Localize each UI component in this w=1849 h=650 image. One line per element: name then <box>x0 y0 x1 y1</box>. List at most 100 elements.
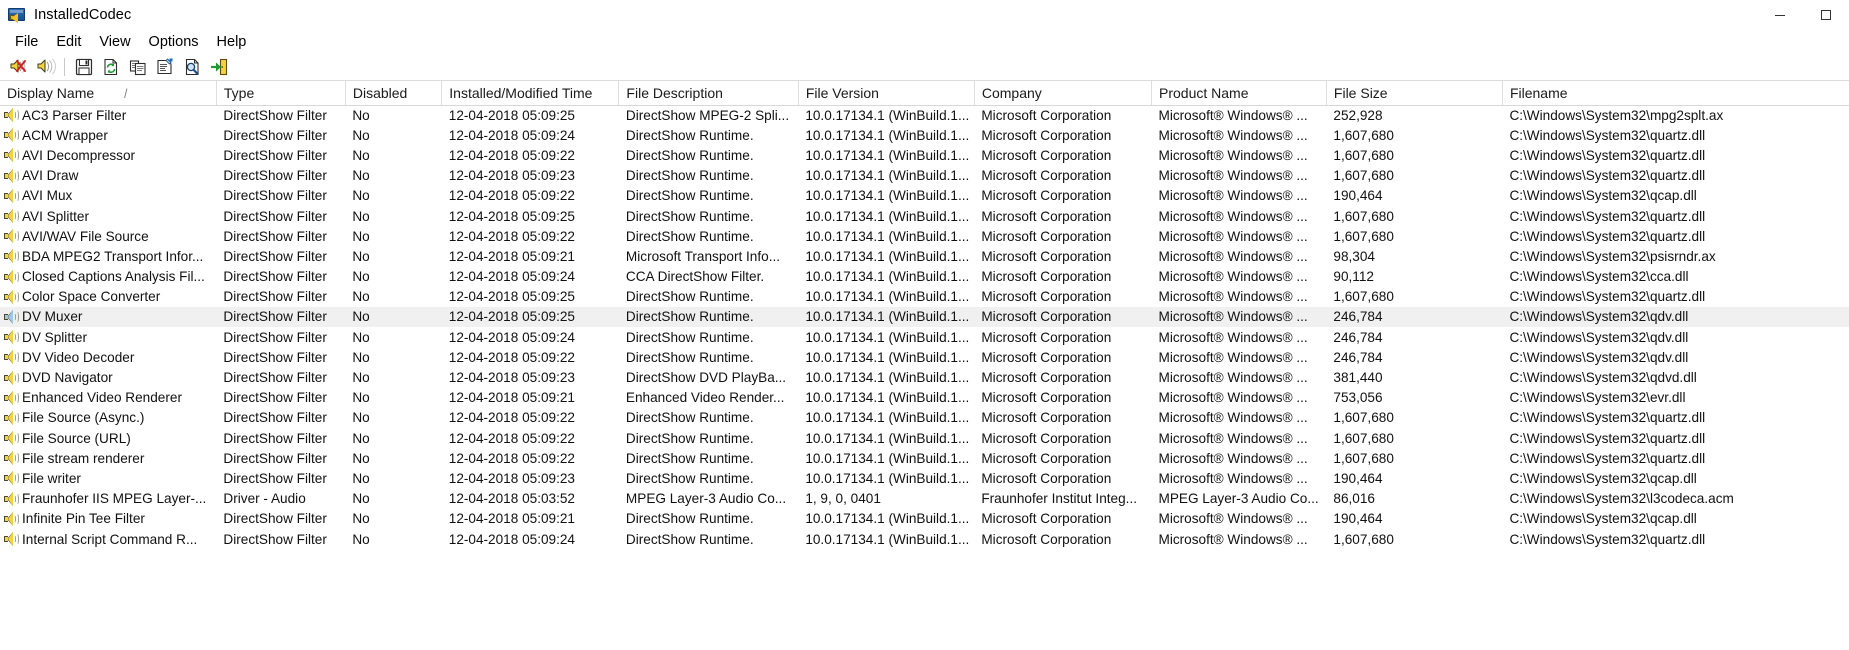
disable-selected-codec-button[interactable] <box>5 54 32 79</box>
enable-selected-codec-button[interactable] <box>32 54 59 79</box>
cell-product: Microsoft® Windows® ... <box>1152 307 1327 327</box>
cell-filename: C:\Windows\System32\quartz.dll <box>1502 206 1849 226</box>
table-row[interactable]: File writerDirectShow FilterNo12-04-2018… <box>0 468 1849 488</box>
cell-version: 10.0.17134.1 (WinBuild.1... <box>798 367 974 387</box>
column-disabled[interactable]: Disabled <box>345 81 441 105</box>
cell-version: 10.0.17134.1 (WinBuild.1... <box>798 448 974 468</box>
column-installed-time[interactable]: Installed/Modified Time <box>442 81 619 105</box>
cell-product: Microsoft® Windows® ... <box>1152 287 1327 307</box>
cell-company: Microsoft Corporation <box>974 307 1151 327</box>
cell-display-name: Internal Script Command R... <box>0 529 216 549</box>
cell-time: 12-04-2018 05:03:52 <box>442 489 619 509</box>
cell-company: Microsoft Corporation <box>974 468 1151 488</box>
refresh-button[interactable] <box>97 54 124 79</box>
table-row[interactable]: DV MuxerDirectShow FilterNo12-04-2018 05… <box>0 307 1849 327</box>
table-row[interactable]: File stream rendererDirectShow FilterNo1… <box>0 448 1849 468</box>
cell-company: Microsoft Corporation <box>974 327 1151 347</box>
table-row[interactable]: BDA MPEG2 Transport Infor...DirectShow F… <box>0 246 1849 266</box>
speaker-icon <box>4 148 19 162</box>
table-row[interactable]: AVI MuxDirectShow FilterNo12-04-2018 05:… <box>0 186 1849 206</box>
cell-time: 12-04-2018 05:09:23 <box>442 468 619 488</box>
table-row[interactable]: Fraunhofer IIS MPEG Layer-...Driver - Au… <box>0 489 1849 509</box>
cell-type: DirectShow Filter <box>216 468 345 488</box>
copy-button[interactable] <box>124 54 151 79</box>
codec-table: Display Name/TypeDisabledInstalled/Modif… <box>0 81 1849 549</box>
cell-company: Microsoft Corporation <box>974 105 1151 125</box>
cell-version: 10.0.17134.1 (WinBuild.1... <box>798 428 974 448</box>
table-row[interactable]: AVI DrawDirectShow FilterNo12-04-2018 05… <box>0 166 1849 186</box>
table-row[interactable]: File Source (Async.)DirectShow FilterNo1… <box>0 408 1849 428</box>
cell-company: Microsoft Corporation <box>974 428 1151 448</box>
column-file-description[interactable]: File Description <box>619 81 798 105</box>
column-product-name[interactable]: Product Name <box>1152 81 1327 105</box>
table-row[interactable]: Internal Script Command R...DirectShow F… <box>0 529 1849 549</box>
cell-description: CCA DirectShow Filter. <box>619 267 798 287</box>
display-name-text: Internal Script Command R... <box>22 532 197 547</box>
cell-filename: C:\Windows\System32\quartz.dll <box>1502 125 1849 145</box>
column-company[interactable]: Company <box>974 81 1151 105</box>
cell-company: Microsoft Corporation <box>974 267 1151 287</box>
cell-company: Microsoft Corporation <box>974 448 1151 468</box>
cell-description: DirectShow Runtime. <box>619 125 798 145</box>
cell-type: DirectShow Filter <box>216 206 345 226</box>
column-file-size[interactable]: File Size <box>1326 81 1502 105</box>
minimize-button[interactable] <box>1757 0 1803 30</box>
table-row[interactable]: ACM WrapperDirectShow FilterNo12-04-2018… <box>0 125 1849 145</box>
cell-description: DirectShow Runtime. <box>619 347 798 367</box>
menu-edit[interactable]: Edit <box>47 32 90 52</box>
cell-type: DirectShow Filter <box>216 105 345 125</box>
cell-display-name: AVI Decompressor <box>0 145 216 165</box>
codec-list-view[interactable]: Display Name/TypeDisabledInstalled/Modif… <box>0 81 1849 650</box>
cell-version: 1, 9, 0, 0401 <box>798 489 974 509</box>
speaker-icon <box>4 330 19 344</box>
table-row[interactable]: File Source (URL)DirectShow FilterNo12-0… <box>0 428 1849 448</box>
table-row[interactable]: AVI DecompressorDirectShow FilterNo12-04… <box>0 145 1849 165</box>
cell-type: DirectShow Filter <box>216 267 345 287</box>
table-row[interactable]: Infinite Pin Tee FilterDirectShow Filter… <box>0 509 1849 529</box>
cell-display-name: DV Muxer <box>0 307 216 327</box>
cell-description: DirectShow Runtime. <box>619 166 798 186</box>
cell-product: Microsoft® Windows® ... <box>1152 388 1327 408</box>
speaker-icon <box>4 189 19 203</box>
cell-product: Microsoft® Windows® ... <box>1152 509 1327 529</box>
maximize-button[interactable] <box>1803 0 1849 30</box>
menu-view[interactable]: View <box>90 32 139 52</box>
exit-button[interactable] <box>205 54 232 79</box>
table-row[interactable]: Enhanced Video RendererDirectShow Filter… <box>0 388 1849 408</box>
properties-icon <box>156 58 174 76</box>
speaker-icon-selected <box>4 310 19 324</box>
table-row[interactable]: DV SplitterDirectShow FilterNo12-04-2018… <box>0 327 1849 347</box>
cell-time: 12-04-2018 05:09:24 <box>442 327 619 347</box>
properties-button[interactable] <box>151 54 178 79</box>
cell-product: Microsoft® Windows® ... <box>1152 347 1327 367</box>
display-name-text: Enhanced Video Renderer <box>22 390 182 405</box>
table-row[interactable]: AC3 Parser FilterDirectShow FilterNo12-0… <box>0 105 1849 125</box>
column-display-name[interactable]: Display Name/ <box>0 81 216 105</box>
table-row[interactable]: Closed Captions Analysis Fil...DirectSho… <box>0 267 1849 287</box>
cell-type: DirectShow Filter <box>216 246 345 266</box>
cell-time: 12-04-2018 05:09:22 <box>442 347 619 367</box>
column-filename[interactable]: Filename <box>1502 81 1849 105</box>
column-file-version[interactable]: File Version <box>798 81 974 105</box>
save-button[interactable] <box>70 54 97 79</box>
table-row[interactable]: DVD NavigatorDirectShow FilterNo12-04-20… <box>0 367 1849 387</box>
cell-display-name: AC3 Parser Filter <box>0 105 216 125</box>
cell-type: DirectShow Filter <box>216 448 345 468</box>
cell-disabled: No <box>345 367 441 387</box>
cell-size: 90,112 <box>1326 267 1502 287</box>
find-button[interactable] <box>178 54 205 79</box>
cell-time: 12-04-2018 05:09:22 <box>442 428 619 448</box>
cell-description: MPEG Layer-3 Audio Co... <box>619 489 798 509</box>
column-type[interactable]: Type <box>216 81 345 105</box>
table-row[interactable]: AVI/WAV File SourceDirectShow FilterNo12… <box>0 226 1849 246</box>
cell-disabled: No <box>345 246 441 266</box>
table-row[interactable]: DV Video DecoderDirectShow FilterNo12-04… <box>0 347 1849 367</box>
table-row[interactable]: AVI SplitterDirectShow FilterNo12-04-201… <box>0 206 1849 226</box>
speaker-icon <box>4 290 19 304</box>
display-name-text: AC3 Parser Filter <box>22 108 126 123</box>
menu-help[interactable]: Help <box>208 32 256 52</box>
menu-options[interactable]: Options <box>140 32 208 52</box>
menu-file[interactable]: File <box>6 32 47 52</box>
table-row[interactable]: Color Space ConverterDirectShow FilterNo… <box>0 287 1849 307</box>
display-name-text: Infinite Pin Tee Filter <box>22 511 145 526</box>
